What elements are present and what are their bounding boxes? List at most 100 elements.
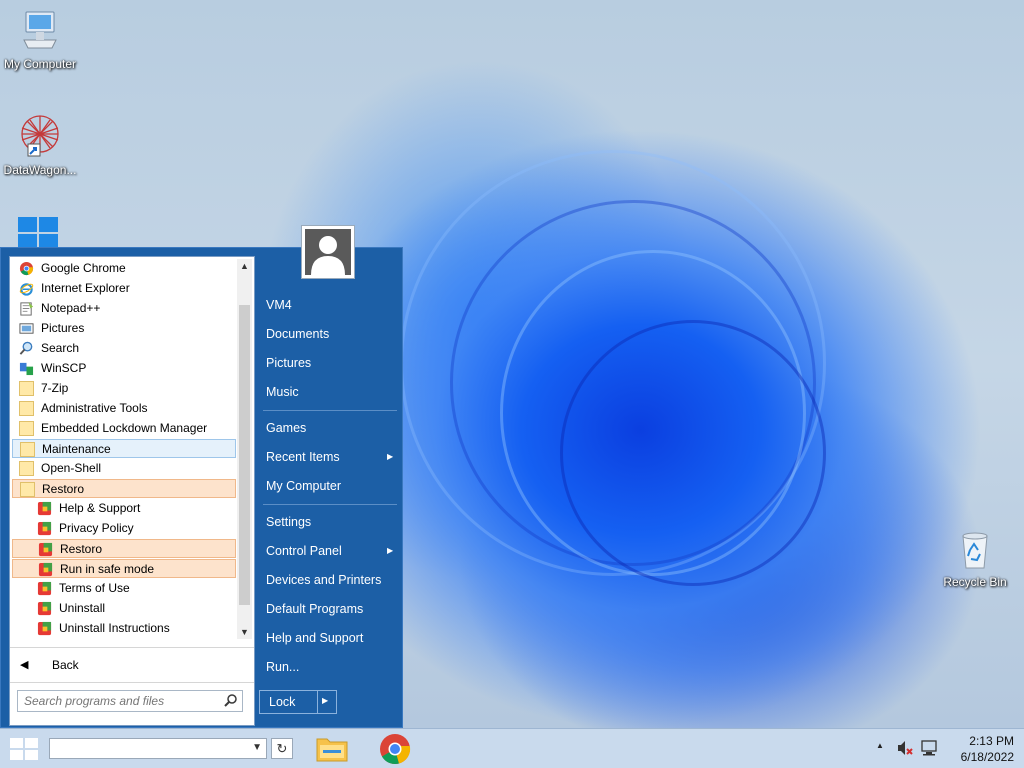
program-pictures[interactable]: Pictures <box>12 319 236 338</box>
desktop-icon-label: My Computer <box>3 57 77 71</box>
program-folder-restoro[interactable]: Restoro <box>12 479 236 498</box>
chevron-right-icon: ▶ <box>387 452 394 461</box>
program-restoro-privacy-policy[interactable]: Privacy Policy <box>12 519 236 538</box>
user-icon <box>305 229 351 275</box>
search-icon <box>19 341 34 356</box>
program-folder-7zip[interactable]: 7-Zip <box>12 379 236 398</box>
restoro-icon <box>37 601 52 616</box>
clock-time: 2:13 PM <box>969 734 1014 748</box>
folder-icon <box>19 401 34 416</box>
right-item-help-and-support[interactable]: Help and Support <box>266 631 363 645</box>
tray-overflow-icon[interactable]: ▲ <box>876 741 884 750</box>
start-search-box[interactable] <box>17 690 243 712</box>
divider <box>10 647 254 648</box>
taskbar: ▼ ↻ ▲ 2:13 PM 6/18/2022 <box>0 728 1024 768</box>
right-item-documents[interactable]: Documents <box>266 327 329 341</box>
computer-icon <box>0 10 80 55</box>
right-item-my-computer[interactable]: My Computer <box>266 479 341 493</box>
program-search[interactable]: Search <box>12 339 236 358</box>
pictures-icon <box>19 321 34 336</box>
lock-button-group: Lock ▶ <box>259 690 337 714</box>
program-restoro-run-safe-mode[interactable]: Run in safe mode <box>12 559 236 578</box>
right-item-run[interactable]: Run... <box>266 660 299 674</box>
right-item-settings[interactable]: Settings <box>266 515 311 529</box>
scroll-up-icon[interactable]: ▲ <box>240 261 249 271</box>
program-restoro-help-support[interactable]: Help & Support <box>12 499 236 518</box>
right-item-control-panel[interactable]: Control Panel <box>266 544 342 558</box>
windows-start-icon <box>10 738 38 760</box>
folder-icon <box>20 442 35 457</box>
refresh-icon[interactable]: ↻ <box>271 738 293 759</box>
internet-explorer-icon <box>19 281 34 296</box>
back-arrow-icon: ◀ <box>20 659 29 671</box>
restoro-icon <box>37 501 52 516</box>
winscp-icon <box>19 361 34 376</box>
right-item-pictures[interactable]: Pictures <box>266 356 311 370</box>
back-button[interactable]: ◀ Back <box>12 655 242 675</box>
taskbar-address-input[interactable]: ▼ <box>49 738 267 759</box>
volume-muted-icon[interactable] <box>896 739 914 760</box>
divider <box>263 410 397 411</box>
taskbar-file-explorer[interactable] <box>315 733 349 768</box>
desktop-icon-label: DataWagon... <box>3 163 77 177</box>
scroll-down-icon[interactable]: ▼ <box>240 627 249 637</box>
windows-logo-icon[interactable] <box>16 215 62 249</box>
desktop-icon-label: Recycle Bin <box>943 575 1007 589</box>
program-restoro-uninstall-instructions[interactable]: Uninstall Instructions <box>12 619 236 638</box>
right-item-recent-items[interactable]: Recent Items <box>266 450 340 464</box>
divider <box>10 682 254 683</box>
program-folder-embedded-lockdown-manager[interactable]: Embedded Lockdown Manager <box>12 419 236 438</box>
chrome-icon <box>380 734 411 765</box>
restoro-icon <box>38 542 53 557</box>
user-avatar[interactable] <box>301 225 355 279</box>
desktop-icon-recycle-bin[interactable]: Recycle Bin <box>935 528 1015 589</box>
program-folder-administrative-tools[interactable]: Administrative Tools <box>12 399 236 418</box>
clock[interactable]: 2:13 PM 6/18/2022 <box>944 733 1014 765</box>
right-item-default-programs[interactable]: Default Programs <box>266 602 363 616</box>
folder-icon <box>19 421 34 436</box>
clock-date: 6/18/2022 <box>960 750 1014 764</box>
right-item-vm4[interactable]: VM4 <box>266 298 292 312</box>
chevron-right-icon: ▶ <box>387 546 394 555</box>
program-winscp[interactable]: WinSCP <box>12 359 236 378</box>
folder-icon <box>19 461 34 476</box>
start-menu: Google Chrome Internet Explorer Notepad+… <box>0 225 403 728</box>
lock-button[interactable]: Lock <box>260 691 317 713</box>
scrollbar-thumb[interactable] <box>239 305 250 605</box>
start-search-input[interactable] <box>20 692 223 710</box>
program-folder-open-shell[interactable]: Open-Shell <box>12 459 236 478</box>
program-restoro-app[interactable]: Restoro <box>12 539 236 558</box>
network-icon[interactable] <box>920 739 940 760</box>
lock-options-arrow-icon[interactable]: ▶ <box>322 696 328 705</box>
program-internet-explorer[interactable]: Internet Explorer <box>12 279 236 298</box>
search-icon[interactable] <box>224 693 238 710</box>
restoro-icon <box>37 521 52 536</box>
restoro-icon <box>38 562 53 577</box>
divider <box>263 504 397 505</box>
right-item-music[interactable]: Music <box>266 385 299 399</box>
program-google-chrome[interactable]: Google Chrome <box>12 259 236 278</box>
start-button[interactable] <box>9 737 39 764</box>
chrome-icon <box>19 261 34 276</box>
file-explorer-icon <box>316 738 348 762</box>
program-restoro-terms-of-use[interactable]: Terms of Use <box>12 579 236 598</box>
desktop-icon-my-computer[interactable]: My Computer <box>0 10 80 71</box>
right-item-devices-and-printers[interactable]: Devices and Printers <box>266 573 381 587</box>
program-folder-maintenance[interactable]: Maintenance <box>12 439 236 458</box>
wallpaper-ribbon <box>560 320 826 586</box>
desktop-icon-datawagon[interactable]: DataWagon... <box>0 112 80 177</box>
divider <box>317 691 318 713</box>
restoro-icon <box>37 581 52 596</box>
notepad-plus-plus-icon <box>19 301 34 316</box>
programs-scrollbar[interactable]: ▲ ▼ <box>237 259 252 639</box>
restoro-icon <box>37 621 52 636</box>
taskbar-chrome[interactable] <box>379 733 411 768</box>
program-notepad-plus-plus[interactable]: Notepad++ <box>12 299 236 318</box>
datawagon-icon <box>0 112 80 161</box>
recycle-bin-icon <box>935 528 1015 573</box>
right-item-games[interactable]: Games <box>266 421 306 435</box>
programs-pane: Google Chrome Internet Explorer Notepad+… <box>9 256 255 726</box>
folder-icon <box>19 381 34 396</box>
chevron-down-icon[interactable]: ▼ <box>252 742 262 753</box>
program-restoro-uninstall[interactable]: Uninstall <box>12 599 236 618</box>
